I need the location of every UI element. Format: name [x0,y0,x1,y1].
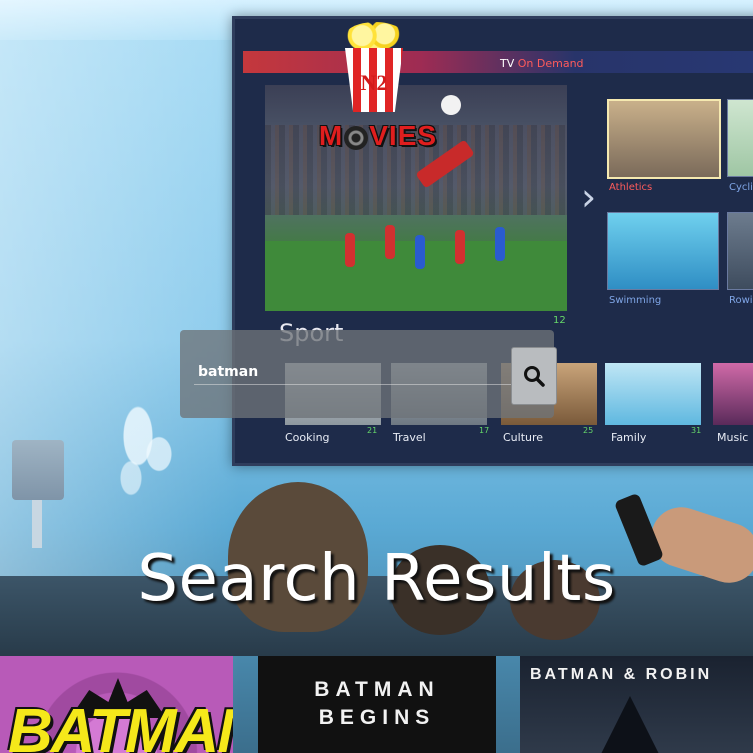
site-logo[interactable]: N2 M VIES [303,20,453,160]
row-tile-family [605,363,701,425]
poster-title: BATMAN [8,697,233,753]
player-figure [415,235,425,269]
row-label: Family [611,431,647,444]
tile-swimming [607,212,719,290]
poster-title: BATMAN & ROBIN [530,666,713,683]
row-tile-music [713,363,753,425]
tile-label: Cycli [729,182,753,193]
tile-label: Swimming [609,295,662,306]
poster-batman[interactable]: BATMAN [0,656,233,753]
search-button[interactable] [511,347,557,405]
chevron-right-icon: › [581,175,597,219]
film-reel-icon [344,125,369,150]
logo-letter-m: M [318,120,344,151]
lamp-base [32,500,42,548]
row-label: Cooking [285,431,330,444]
tv-brand: TV On Demand [500,57,584,70]
tile-cycling [727,99,753,177]
hero-count: 12 [553,315,566,326]
row-label: Culture [503,431,544,444]
poster-batman-begins[interactable]: BATMAN BEGINS [258,656,496,753]
tile-label: Athletics [609,182,653,193]
logo-letters-vies: VIES [369,120,438,151]
player-figure [345,233,355,267]
search-panel [180,330,557,418]
search-icon [524,366,545,387]
lamp [12,440,64,500]
tv-brand-b: On Demand [517,57,584,70]
plant [110,400,180,520]
tile-rowing [727,212,753,290]
player-figure [455,230,465,264]
player-figure [495,227,505,261]
player-figure [385,225,395,259]
row-count: 31 [691,426,702,435]
poster-title-line2: BEGINS [318,706,436,729]
poster-artwork [600,696,660,753]
tv-brand-a: TV [500,57,518,70]
logo-wordmark: M VIES [303,120,453,152]
tile-label: Rowi [729,295,753,306]
search-results-title: Search Results [137,542,616,616]
row-label: Music [717,431,749,444]
row-count: 17 [479,426,490,435]
logo-n2: N2 [360,70,388,95]
row-count: 25 [583,426,594,435]
row-count: 21 [367,426,378,435]
poster-title-line1: BATMAN [314,678,440,701]
row-label: Travel [393,431,426,444]
search-input[interactable] [194,360,520,385]
poster-batman-and-robin[interactable]: BATMAN & ROBIN [520,656,753,753]
tile-athletics [607,99,721,179]
